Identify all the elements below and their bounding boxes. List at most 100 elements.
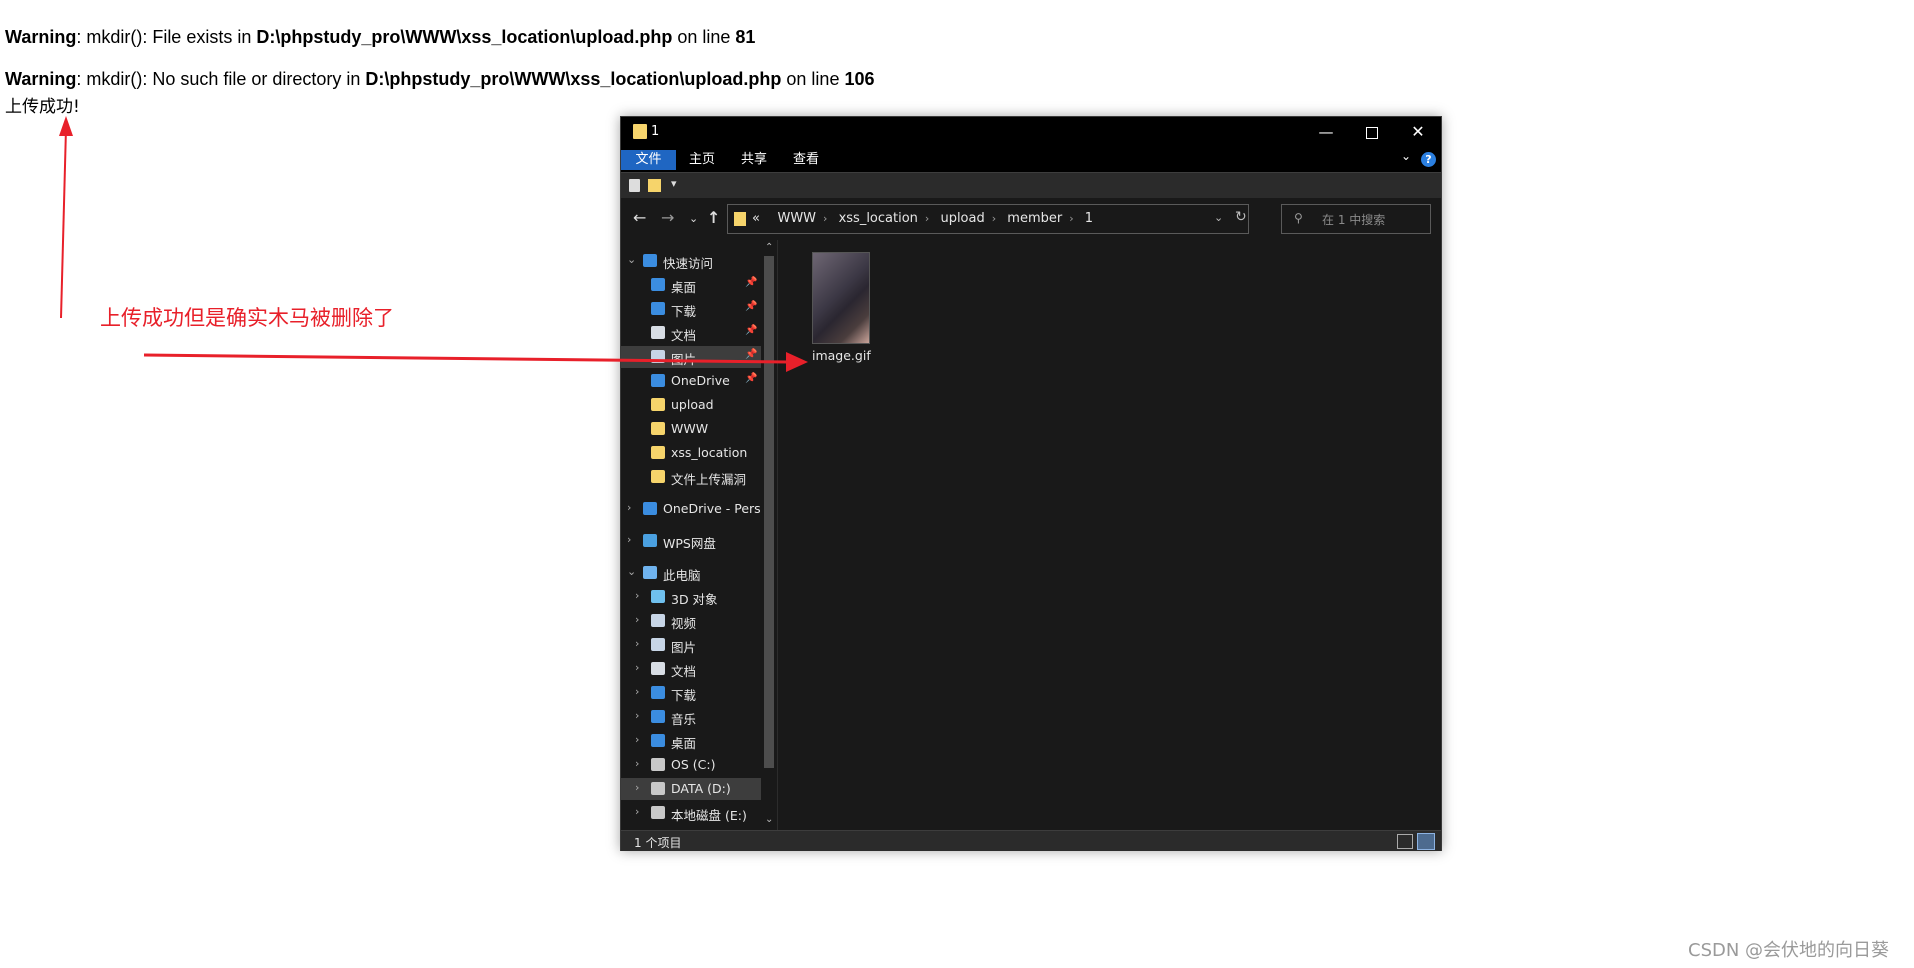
pin-icon: 📌 xyxy=(745,277,758,288)
chevron-right-icon[interactable]: › xyxy=(635,637,639,650)
chevron-right-icon[interactable]: › xyxy=(635,709,639,722)
sidebar-item[interactable]: › WPS网盘 xyxy=(621,530,761,552)
expand-ribbon-icon[interactable]: ⌄ xyxy=(1401,149,1411,163)
scroll-up-icon[interactable]: ⌃ xyxy=(765,242,773,253)
chevron-right-icon[interactable]: › xyxy=(635,589,639,602)
drive-icon xyxy=(651,758,665,771)
sidebar-item-label: DATA (D:) xyxy=(671,781,731,796)
pin-icon: 📌 xyxy=(745,373,758,384)
back-arrow-icon[interactable]: ← xyxy=(633,208,646,227)
onedrive-icon xyxy=(643,502,657,515)
sidebar-item-label: 视频 xyxy=(671,616,697,631)
sidebar-item[interactable]: ⌄ 此电脑 xyxy=(621,562,761,584)
chevron-right-icon[interactable]: › xyxy=(635,757,639,770)
search-icon: ⚲ xyxy=(1294,211,1303,225)
sidebar-item[interactable]: › 本地磁盘 (E:) xyxy=(621,802,761,824)
sidebar-item-label: WPS网盘 xyxy=(663,536,716,551)
sidebar-item[interactable]: › 音乐 xyxy=(621,706,761,728)
breadcrumb-item[interactable]: WWW xyxy=(777,211,816,226)
sidebar-item[interactable]: ⌄ 快速访问 xyxy=(621,250,761,272)
chevron-right-icon[interactable]: › xyxy=(627,501,631,514)
star-icon xyxy=(643,254,657,267)
tab-view[interactable]: 查看 xyxy=(781,150,831,170)
warning-line-2: Warning: mkdir(): No such file or direct… xyxy=(5,69,875,90)
folder-icon xyxy=(651,470,665,483)
title-bar[interactable]: 1 — ✕ xyxy=(621,117,1441,147)
document-icon xyxy=(651,326,665,339)
sidebar-item[interactable]: › 桌面 xyxy=(621,730,761,752)
tab-share[interactable]: 共享 xyxy=(729,150,779,170)
chevron-right-icon[interactable]: › xyxy=(635,661,639,674)
minimize-button[interactable]: — xyxy=(1303,117,1349,147)
sidebar-item[interactable]: 图片 📌 xyxy=(621,346,761,368)
help-icon[interactable]: ? xyxy=(1421,152,1436,167)
warning-line-number: 81 xyxy=(735,27,756,47)
sidebar-item-label: 图片 xyxy=(671,640,697,655)
breadcrumb-item[interactable]: member xyxy=(1007,211,1062,226)
sidebar-item[interactable]: 文档 📌 xyxy=(621,322,761,344)
sidebar-item[interactable]: upload xyxy=(621,394,761,416)
large-icons-view-icon[interactable] xyxy=(1417,833,1435,850)
chevron-right-icon[interactable]: › xyxy=(635,781,639,794)
forward-arrow-icon[interactable]: → xyxy=(661,208,674,227)
chevron-down-icon[interactable]: ⌄ xyxy=(1214,211,1223,224)
details-view-icon[interactable] xyxy=(1397,834,1413,849)
up-arrow-icon[interactable]: ↑ xyxy=(707,208,720,227)
tab-file[interactable]: 文件 xyxy=(621,150,676,170)
chevron-right-icon[interactable]: › xyxy=(627,533,631,546)
chevron-right-icon[interactable]: › xyxy=(635,805,639,818)
breadcrumb: « WWW › xss_location › upload › member › 1 xyxy=(752,211,1094,226)
customize-toolbar-icon[interactable]: ▾ xyxy=(671,177,677,190)
new-folder-icon[interactable] xyxy=(648,179,661,192)
refresh-icon[interactable]: ↻ xyxy=(1235,209,1247,225)
sidebar-item[interactable]: › 下载 xyxy=(621,682,761,704)
search-placeholder: 在 1 中搜索 xyxy=(1322,213,1386,227)
pin-icon: 📌 xyxy=(745,349,758,360)
scrollbar-thumb[interactable] xyxy=(764,256,774,768)
sidebar-item[interactable]: OneDrive 📌 xyxy=(621,370,761,392)
search-box[interactable]: ⚲ 在 1 中搜索 xyxy=(1281,204,1431,234)
sidebar-item[interactable]: › OS (C:) xyxy=(621,754,761,776)
watermark: CSDN @会伏地的向日葵 xyxy=(1688,940,1890,961)
breadcrumb-item[interactable]: xss_location xyxy=(839,211,918,226)
warning-path: D:\phpstudy_pro\WWW\xss_location\upload.… xyxy=(256,27,673,47)
address-bar[interactable]: « WWW › xss_location › upload › member › 1 ⌄… xyxy=(727,204,1249,234)
sidebar-item[interactable]: 文件上传漏洞 xyxy=(621,466,761,488)
sidebar-scrollbar[interactable]: ⌃ ⌄ xyxy=(761,240,777,830)
chevron-right-icon[interactable]: › xyxy=(635,613,639,626)
tab-home[interactable]: 主页 xyxy=(677,150,727,170)
close-button[interactable]: ✕ xyxy=(1395,117,1441,147)
sidebar-item[interactable]: 桌面 📌 xyxy=(621,274,761,296)
recent-locations-icon[interactable]: ⌄ xyxy=(689,212,698,225)
window-title: 1 xyxy=(651,124,660,139)
file-item[interactable]: image.gif xyxy=(812,252,871,363)
sidebar-item-label: OneDrive - Perso xyxy=(663,501,761,516)
folder-icon xyxy=(734,212,746,226)
warning-line-number: 106 xyxy=(844,69,875,89)
sidebar-item-label: WWW xyxy=(671,421,709,436)
breadcrumb-overflow[interactable]: « xyxy=(752,211,760,226)
chevron-down-icon[interactable]: ⌄ xyxy=(627,565,636,578)
breadcrumb-item[interactable]: upload xyxy=(940,211,984,226)
sidebar-item-label: 桌面 xyxy=(671,280,697,295)
properties-icon[interactable] xyxy=(629,179,640,192)
drive-icon xyxy=(651,782,665,795)
sidebar-item[interactable]: › DATA (D:) xyxy=(621,778,761,800)
sidebar-item[interactable]: › 视频 xyxy=(621,610,761,632)
onedrive-icon xyxy=(651,374,665,387)
scroll-down-icon[interactable]: ⌄ xyxy=(765,814,773,825)
sidebar-item[interactable]: xss_location xyxy=(621,442,761,464)
sidebar-item[interactable]: › 文档 xyxy=(621,658,761,680)
warning-text: : mkdir(): No such file or directory in xyxy=(76,69,366,89)
chevron-right-icon[interactable]: › xyxy=(635,733,639,746)
chevron-down-icon[interactable]: ⌄ xyxy=(627,253,636,266)
maximize-button[interactable] xyxy=(1349,117,1395,147)
sidebar-item[interactable]: › 3D 对象 xyxy=(621,586,761,608)
breadcrumb-item[interactable]: 1 xyxy=(1085,211,1093,226)
sidebar-item[interactable]: 下载 📌 xyxy=(621,298,761,320)
download-icon xyxy=(651,302,665,315)
sidebar-item[interactable]: › 图片 xyxy=(621,634,761,656)
sidebar-item[interactable]: › OneDrive - Perso xyxy=(621,498,761,520)
chevron-right-icon[interactable]: › xyxy=(635,685,639,698)
sidebar-item[interactable]: WWW xyxy=(621,418,761,440)
